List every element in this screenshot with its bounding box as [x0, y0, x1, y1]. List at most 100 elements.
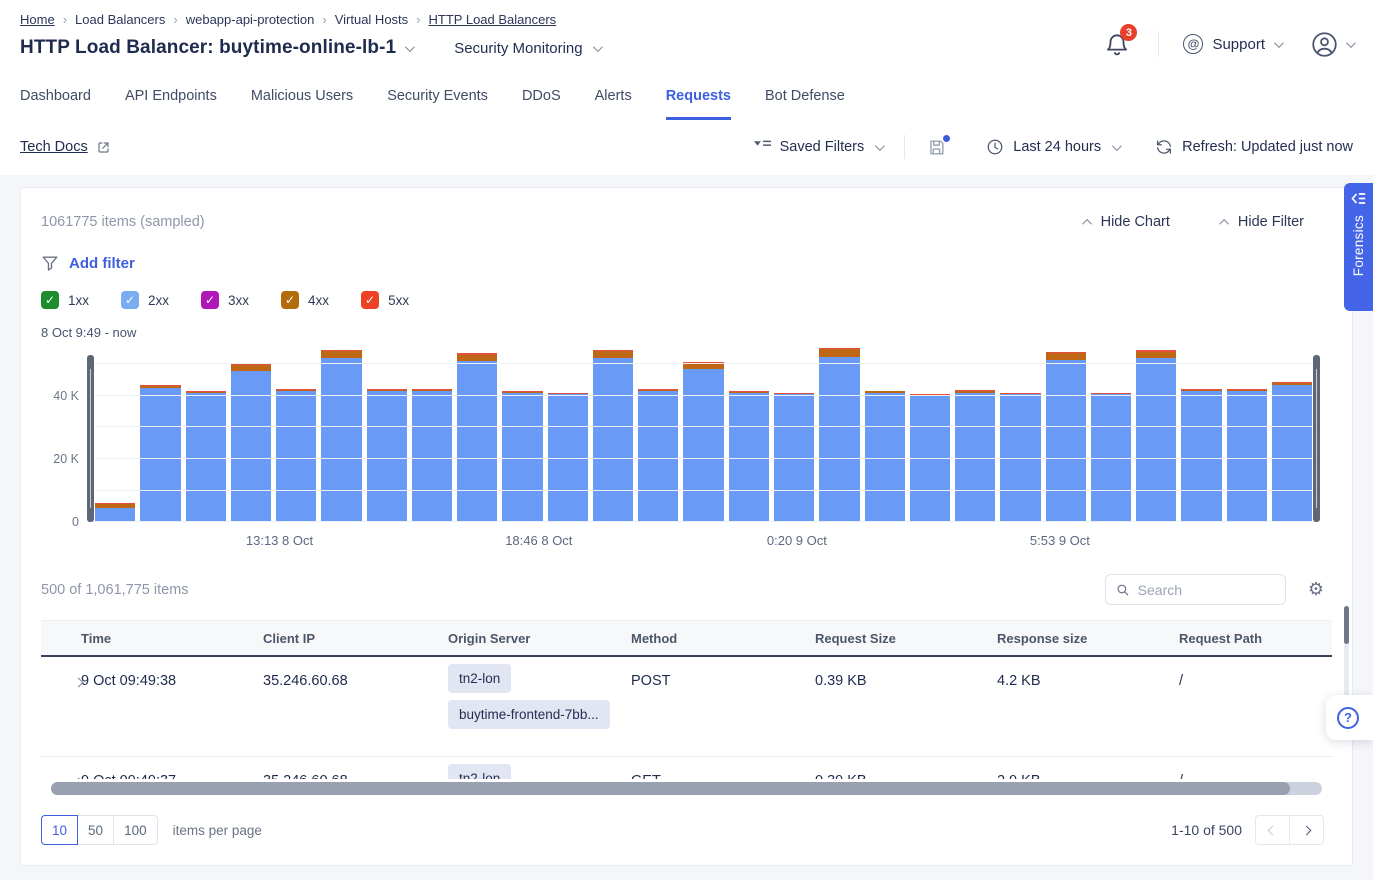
status-filter-3xx[interactable]: ✓3xx — [201, 291, 249, 309]
breadcrumb-load-balancers[interactable]: Load Balancers — [75, 12, 165, 27]
save-filter-button[interactable] — [927, 138, 946, 157]
chart-plot-area — [89, 355, 1318, 522]
column-header-time[interactable]: Time — [81, 621, 263, 655]
chart-bar — [140, 385, 180, 522]
table-settings-gear-icon[interactable]: ⚙ — [1308, 581, 1324, 599]
table-row[interactable]: 9 Oct 09:49:38 35.246.60.68 tn2-lon buyt… — [41, 657, 1332, 757]
hide-chart-button[interactable]: Hide Chart — [1085, 214, 1170, 230]
column-header-method[interactable]: Method — [631, 621, 815, 655]
tech-docs-link[interactable]: Tech Docs — [20, 139, 88, 155]
requests-panel: 1061775 items (sampled) Hide Chart Hide … — [20, 187, 1353, 866]
horizontal-scrollbar[interactable] — [51, 782, 1322, 795]
status-filter-5xx[interactable]: ✓5xx — [361, 291, 409, 309]
checkbox-checked-icon: ✓ — [41, 291, 59, 309]
chart-bar — [683, 362, 723, 522]
table-row[interactable]: 9 Oct 09:49:37 35.246.60.68 tn2-lon GET … — [41, 757, 1332, 779]
tab-security-events[interactable]: Security Events — [387, 88, 488, 120]
page-size-10-button[interactable]: 10 — [41, 815, 78, 845]
chart-bar — [367, 389, 407, 522]
add-filter-button[interactable]: Add filter — [41, 254, 1332, 272]
chart-bar — [457, 353, 497, 522]
column-header-request-path[interactable]: Request Path — [1179, 621, 1332, 655]
support-menu[interactable]: @ Support — [1183, 34, 1281, 54]
tab-malicious-users[interactable]: Malicious Users — [251, 88, 353, 120]
status-filter-2xx[interactable]: ✓2xx — [121, 291, 169, 309]
notification-count-badge: 3 — [1120, 24, 1137, 41]
breadcrumb-namespace[interactable]: webapp-api-protection — [186, 12, 315, 27]
breadcrumb-virtual-hosts[interactable]: Virtual Hosts — [335, 12, 408, 27]
x-axis-tick-label: 13:13 8 Oct — [246, 533, 313, 548]
tab-alerts[interactable]: Alerts — [595, 88, 632, 120]
section-selector[interactable]: Security Monitoring — [454, 40, 599, 57]
tab-bot-defense[interactable]: Bot Defense — [765, 88, 845, 120]
cell-request-size: 0.39 KB — [815, 657, 997, 756]
chart-timespan-label: 8 Oct 9:49 - now — [41, 325, 1332, 340]
vertical-scrollbar-thumb[interactable] — [1344, 606, 1349, 644]
help-widget[interactable]: ? — [1326, 695, 1373, 740]
page-title: HTTP Load Balancer: buytime-online-lb-1 — [20, 37, 396, 59]
checkbox-checked-icon: ✓ — [121, 291, 139, 309]
cell-time: 9 Oct 09:49:38 — [81, 657, 263, 756]
breadcrumb-http-load-balancers-link[interactable]: HTTP Load Balancers — [429, 12, 557, 27]
avatar-icon — [1311, 31, 1338, 58]
saved-filters-label: Saved Filters — [780, 139, 865, 155]
toolbar-divider — [904, 135, 905, 159]
y-axis-tick-label: 0 — [72, 515, 79, 529]
hide-filter-button[interactable]: Hide Filter — [1222, 214, 1304, 230]
chart-bar — [502, 391, 542, 522]
tab-dashboard[interactable]: Dashboard — [20, 88, 91, 120]
chart-bar — [865, 391, 905, 522]
chart-bar — [186, 391, 226, 522]
y-axis-tick-label: 40 K — [53, 389, 79, 403]
table-count-label: 500 of 1,061,775 items — [41, 582, 189, 598]
forensics-side-tab[interactable]: Forensics — [1344, 183, 1373, 311]
cell-client-ip: 35.246.60.68 — [263, 757, 448, 779]
column-header-origin-server[interactable]: Origin Server — [448, 621, 631, 655]
cell-request-path: / — [1179, 757, 1332, 779]
search-input[interactable] — [1138, 582, 1275, 598]
chart-y-axis: 020 K40 K — [41, 355, 89, 522]
cell-method: GET — [631, 757, 815, 779]
requests-chart: 020 K40 K — [41, 355, 1332, 522]
status-filter-4xx[interactable]: ✓4xx — [281, 291, 329, 309]
breadcrumb-home-link[interactable]: Home — [20, 12, 55, 27]
x-axis-tick-label: 18:46 8 Oct — [505, 533, 572, 548]
previous-page-button[interactable] — [1255, 815, 1290, 845]
tab-ddos[interactable]: DDoS — [522, 88, 561, 120]
account-menu[interactable] — [1311, 31, 1353, 58]
status-filter-1xx[interactable]: ✓1xx — [41, 291, 89, 309]
chart-bar — [1136, 350, 1176, 522]
main-content-area: 1061775 items (sampled) Hide Chart Hide … — [0, 175, 1373, 880]
saved-filters-dropdown[interactable]: Saved Filters — [754, 139, 883, 155]
chart-gridline — [89, 395, 1318, 396]
time-range-dropdown[interactable]: Last 24 hours — [986, 138, 1119, 156]
refresh-button[interactable]: Refresh: Updated just now — [1155, 138, 1353, 156]
chart-gridline — [89, 426, 1318, 427]
page-size-50-button[interactable]: 50 — [77, 815, 114, 845]
column-header-request-size[interactable]: Request Size — [815, 621, 997, 655]
chevron-down-icon — [593, 42, 603, 52]
cell-time: 9 Oct 09:49:37 — [81, 757, 263, 779]
breadcrumb: Home› Load Balancers› webapp-api-protect… — [20, 12, 1353, 27]
chart-brush-handle-right[interactable] — [1313, 355, 1320, 522]
horizontal-scrollbar-thumb[interactable] — [51, 782, 1290, 795]
pagination-bar: 10 50 100 items per page 1-10 of 500 — [41, 815, 1332, 845]
column-header-response-size[interactable]: Response size — [997, 621, 1179, 655]
chart-gridline — [89, 490, 1318, 491]
tab-api-endpoints[interactable]: API Endpoints — [125, 88, 217, 120]
app-header: Home› Load Balancers› webapp-api-protect… — [0, 0, 1373, 72]
column-header-client-ip[interactable]: Client IP — [263, 621, 448, 655]
cell-origin-server: tn2-lon buytime-frontend-7bb... — [448, 657, 631, 756]
chart-brush-handle-left[interactable] — [87, 355, 94, 522]
cell-response-size: 2.9 KB — [997, 757, 1179, 779]
time-range-label: Last 24 hours — [1013, 139, 1101, 155]
add-filter-label: Add filter — [69, 255, 135, 272]
origin-server-tag: buytime-frontend-7bb... — [448, 700, 610, 729]
page-size-100-button[interactable]: 100 — [113, 815, 158, 845]
next-page-button[interactable] — [1289, 815, 1324, 845]
notifications-button[interactable]: 3 — [1104, 30, 1132, 58]
tab-requests[interactable]: Requests — [666, 88, 731, 120]
chart-bar — [321, 350, 361, 522]
title-dropdown-chevron-icon[interactable] — [405, 42, 415, 52]
forensics-label: Forensics — [1351, 215, 1366, 276]
